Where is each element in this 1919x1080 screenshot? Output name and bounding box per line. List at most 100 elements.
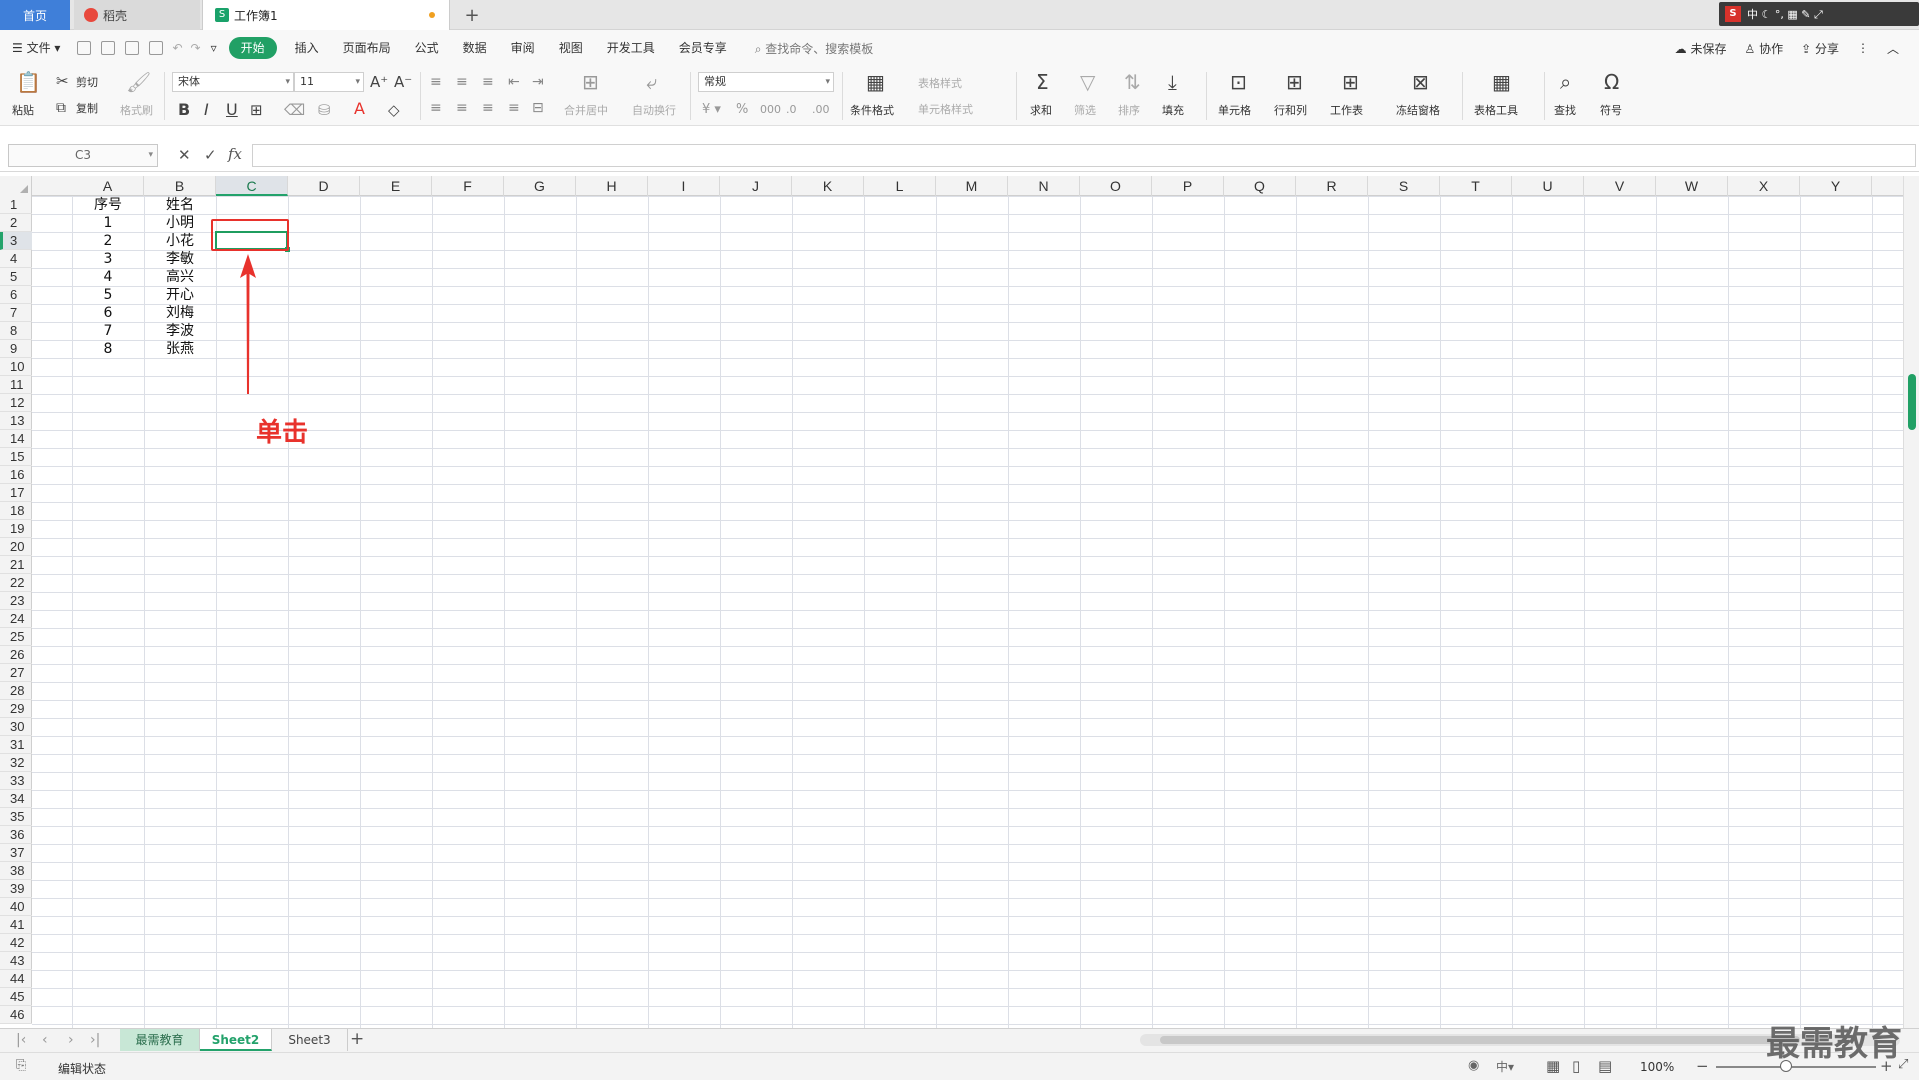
fill-icon[interactable]: ⤓ xyxy=(1168,72,1177,92)
column-header-u[interactable]: U xyxy=(1512,176,1584,196)
cell-a7[interactable]: 6 xyxy=(72,304,144,322)
row-header-44[interactable]: 44 xyxy=(0,970,32,988)
row-header-20[interactable]: 20 xyxy=(0,538,32,556)
cell-b9[interactable]: 张燕 xyxy=(144,340,216,358)
sum-icon[interactable]: Σ xyxy=(1036,72,1049,92)
collab-button[interactable]: ♙ 协作 xyxy=(1744,40,1783,57)
name-box[interactable]: C3 xyxy=(8,144,158,167)
zoom-slider[interactable] xyxy=(1716,1066,1876,1068)
percent-icon[interactable]: % xyxy=(736,100,748,120)
font-size-combo[interactable]: 11 xyxy=(294,72,364,92)
indent-increase-icon[interactable]: ⇥ xyxy=(532,72,544,92)
freeze-button[interactable]: 冻结窗格 xyxy=(1396,102,1440,118)
zoom-level[interactable]: 100% xyxy=(1640,1060,1674,1074)
print-icon[interactable] xyxy=(125,41,140,55)
row-header-7[interactable]: 7 xyxy=(0,304,32,322)
sheet-tab-2[interactable]: Sheet2 xyxy=(200,1029,272,1051)
row-header-32[interactable]: 32 xyxy=(0,754,32,772)
menu-data[interactable]: 数据 xyxy=(451,37,499,59)
column-header-j[interactable]: J xyxy=(720,176,792,196)
cell-a9[interactable]: 8 xyxy=(72,340,144,358)
menu-insert[interactable]: 插入 xyxy=(283,37,331,59)
column-header-r[interactable]: R xyxy=(1296,176,1368,196)
row-header-30[interactable]: 30 xyxy=(0,718,32,736)
row-header-43[interactable]: 43 xyxy=(0,952,32,970)
cell-b1[interactable]: 姓名 xyxy=(144,196,216,214)
copy-button[interactable]: 复制 xyxy=(76,100,98,116)
tab-home[interactable]: 首页 xyxy=(0,0,70,30)
insert-function-icon[interactable]: fx xyxy=(228,145,242,163)
column-header-z[interactable]: Z xyxy=(1872,176,1903,196)
border-icon[interactable]: ⊞ xyxy=(250,100,263,120)
row-header-17[interactable]: 17 xyxy=(0,484,32,502)
sum-button[interactable]: 求和 xyxy=(1030,102,1052,118)
row-header-42[interactable]: 42 xyxy=(0,934,32,952)
find-button[interactable]: 查找 xyxy=(1554,102,1576,118)
menu-formulas[interactable]: 公式 xyxy=(403,37,451,59)
column-header-p[interactable]: P xyxy=(1152,176,1224,196)
cell-b4[interactable]: 李敏 xyxy=(144,250,216,268)
row-header-45[interactable]: 45 xyxy=(0,988,32,1006)
symbol-button[interactable]: 符号 xyxy=(1600,102,1622,118)
column-header-b[interactable]: B xyxy=(144,176,216,196)
align-bottom-icon[interactable]: ≡ xyxy=(482,72,494,92)
cells-icon[interactable]: ⊡ xyxy=(1230,72,1247,92)
row-header-16[interactable]: 16 xyxy=(0,466,32,484)
cell-b8[interactable]: 李波 xyxy=(144,322,216,340)
row-header-18[interactable]: 18 xyxy=(0,502,32,520)
currency-icon[interactable]: ¥ ▾ xyxy=(702,100,721,120)
row-header-21[interactable]: 21 xyxy=(0,556,32,574)
rows-cols-icon[interactable]: ⊞ xyxy=(1286,72,1303,92)
cond-format-icon[interactable]: ▦ xyxy=(866,72,885,92)
horizontal-scroll-thumb[interactable] xyxy=(1160,1036,1800,1044)
justify-icon[interactable]: ≡ xyxy=(508,98,520,118)
fill-color-icon[interactable]: ⛁ xyxy=(318,100,331,120)
wrap-text-icon[interactable]: ⤶ xyxy=(646,72,657,92)
column-header-f[interactable]: F xyxy=(432,176,504,196)
tab-workbook[interactable]: S 工作簿1 xyxy=(202,0,450,30)
eye-protect-icon[interactable]: ◉ xyxy=(1468,1058,1479,1073)
rows-cols-button[interactable]: 行和列 xyxy=(1274,102,1307,118)
share-button[interactable]: ⇪ 分享 xyxy=(1801,40,1839,57)
row-header-9[interactable]: 9 xyxy=(0,340,32,358)
collapse-ribbon-icon[interactable]: ︿ xyxy=(1887,40,1899,57)
save-icon[interactable] xyxy=(77,41,92,55)
column-header-e[interactable]: E xyxy=(360,176,432,196)
cell-a3[interactable]: 2 xyxy=(72,232,144,250)
ime-toolbar[interactable]: S 中 ☾ °, ▦ ✎ ⤢ xyxy=(1719,2,1919,26)
column-header-l[interactable]: L xyxy=(864,176,936,196)
input-method-icon[interactable]: 中▾ xyxy=(1496,1058,1514,1075)
row-header-1[interactable]: 1 xyxy=(0,196,32,214)
italic-icon[interactable]: I xyxy=(204,100,209,120)
column-header-s[interactable]: S xyxy=(1368,176,1440,196)
sheet-tab-1[interactable]: 最需教育 xyxy=(120,1029,200,1051)
filter-icon[interactable]: ▽ xyxy=(1080,72,1095,92)
align-left-icon[interactable]: ≡ xyxy=(430,98,442,118)
table-tools-icon[interactable]: ▦ xyxy=(1492,72,1511,92)
filter-button[interactable]: 筛选 xyxy=(1074,102,1096,118)
page-layout-view-icon[interactable]: ▯ xyxy=(1572,1057,1580,1075)
row-header-25[interactable]: 25 xyxy=(0,628,32,646)
cell-style-button[interactable]: 单元格样式 xyxy=(918,101,973,117)
column-header-a[interactable]: A xyxy=(72,176,144,196)
row-header-8[interactable]: 8 xyxy=(0,322,32,340)
file-menu[interactable]: ☰ 文件 ▾ xyxy=(0,37,72,59)
sort-icon[interactable]: ⇅ xyxy=(1124,72,1141,92)
column-header-v[interactable]: V xyxy=(1584,176,1656,196)
tab-daoke[interactable]: 稻壳 xyxy=(74,0,200,30)
row-header-15[interactable]: 15 xyxy=(0,448,32,466)
row-header-27[interactable]: 27 xyxy=(0,664,32,682)
merge-center-icon[interactable]: ⊞ xyxy=(582,72,599,92)
preview-icon[interactable] xyxy=(149,41,164,55)
sheet-tab-3[interactable]: Sheet3 xyxy=(272,1029,348,1051)
column-header-t[interactable]: T xyxy=(1440,176,1512,196)
row-header-33[interactable]: 33 xyxy=(0,772,32,790)
row-header-26[interactable]: 26 xyxy=(0,646,32,664)
table-tools-button[interactable]: 表格工具 xyxy=(1474,102,1518,118)
row-header-19[interactable]: 19 xyxy=(0,520,32,538)
worksheet-button[interactable]: 工作表 xyxy=(1330,102,1363,118)
indent-decrease-icon[interactable]: ⇤ xyxy=(508,72,520,92)
macro-icon[interactable]: ⎘ xyxy=(16,1058,26,1073)
cell-b7[interactable]: 刘梅 xyxy=(144,304,216,322)
paste-icon[interactable]: 📋 xyxy=(16,72,41,92)
